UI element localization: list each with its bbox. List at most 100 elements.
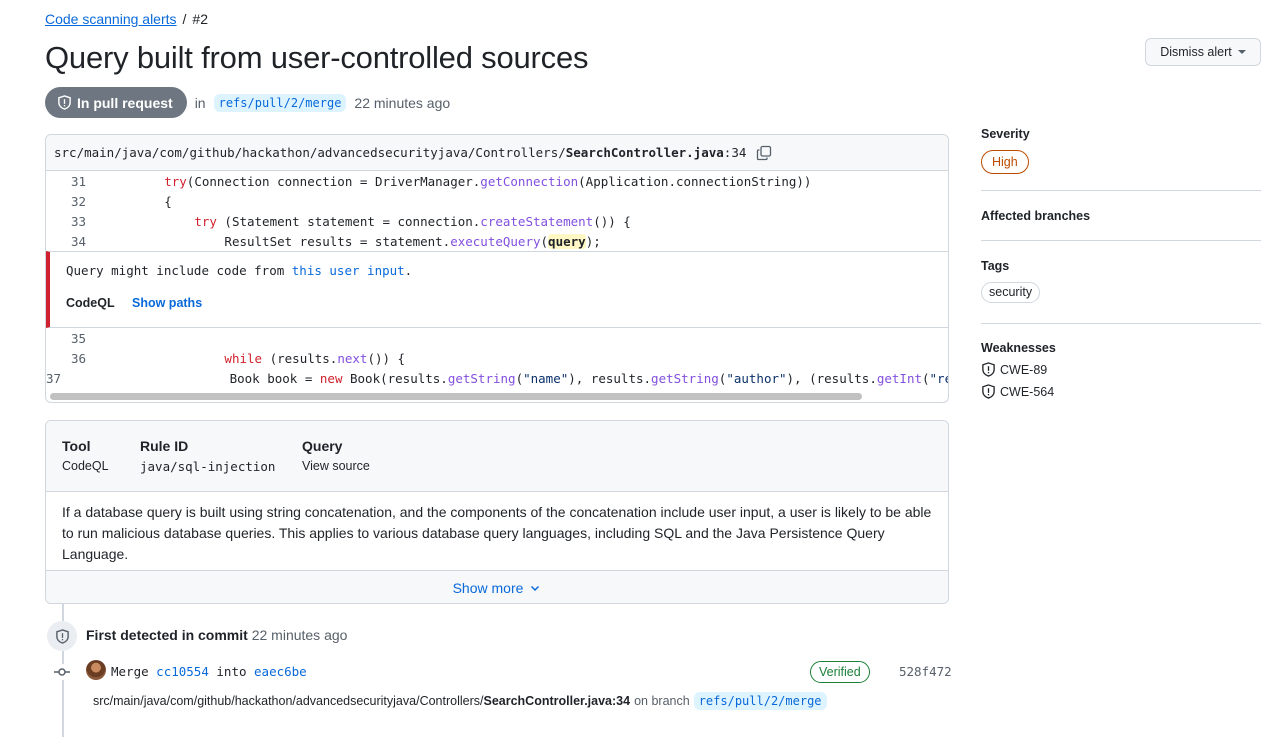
code-line: 31 try(Connection connection = DriverMan… xyxy=(46,171,948,191)
state-time: 22 minutes ago xyxy=(354,94,451,111)
tool-heading: Tool xyxy=(62,438,91,454)
to-sha-link[interactable]: eaec6be xyxy=(254,664,307,679)
location-path[interactable]: src/main/java/com/github/hackathon/advan… xyxy=(93,694,630,708)
dismiss-alert-button[interactable]: Dismiss alert xyxy=(1145,38,1261,66)
show-more-label: Show more xyxy=(452,579,524,596)
code-token: getString xyxy=(651,370,719,386)
line-number: 36 xyxy=(70,350,86,366)
highlighted-token: query xyxy=(548,233,586,249)
file-name: SearchController.java xyxy=(565,145,724,160)
code-token: try xyxy=(164,173,187,189)
code-text: ResultSet results = statement.executeQue… xyxy=(86,233,601,249)
shield-icon xyxy=(982,384,995,399)
code-token: executeQuery xyxy=(450,233,541,249)
weakness-item[interactable]: CWE-89 xyxy=(981,362,1261,377)
location-dir: src/main/java/com/github/hackathon/advan… xyxy=(93,694,484,708)
code-line: 32 { xyxy=(46,191,948,211)
copy-icon[interactable] xyxy=(756,145,772,161)
weakness-label: CWE-89 xyxy=(1000,362,1048,377)
severity-badge: High xyxy=(981,150,1029,174)
code-token: (results. xyxy=(262,350,338,366)
rule-header: Tool CodeQL Rule ID java/sql-injection Q… xyxy=(46,421,948,492)
code-text: try(Connection connection = DriverManage… xyxy=(86,174,811,189)
commit-branch-tag[interactable]: refs/pull/2/merge xyxy=(693,692,827,710)
state-badge: In pull request xyxy=(45,87,187,118)
weaknesses-section: Weaknesses CWE-89 CWE-564 xyxy=(981,324,1261,399)
page-title: Query built from user-controlled sources xyxy=(45,40,589,75)
commit-message: Merge cc10554 into eaec6be xyxy=(111,664,307,679)
line-number: 32 xyxy=(70,193,86,209)
code-token: createStatement xyxy=(480,213,594,229)
code-token: ); xyxy=(585,233,601,249)
affected-branches-heading: Affected branches xyxy=(981,209,1091,223)
on-branch-text: on branch xyxy=(634,694,690,708)
code-token: ( xyxy=(540,233,549,249)
code-line: 33 try (Statement statement = connection… xyxy=(46,211,948,231)
code-snippet-card: src/main/java/com/github/hackathon/advan… xyxy=(45,134,949,403)
severity-section: Severity High xyxy=(981,127,1261,191)
line-number: 37 xyxy=(46,370,62,386)
show-more-button[interactable]: Show more xyxy=(46,570,948,603)
first-detected-label: First detected in commit xyxy=(86,627,248,643)
show-paths-link[interactable]: Show paths xyxy=(132,296,202,310)
scrollbar-thumb[interactable] xyxy=(50,393,862,400)
code-token: getInt xyxy=(876,370,922,386)
shield-icon xyxy=(58,95,71,110)
timeline-badge xyxy=(47,621,77,651)
rule-description: If a database query is built using strin… xyxy=(62,504,932,562)
verified-badge[interactable]: Verified xyxy=(810,661,870,683)
horizontal-scrollbar[interactable] xyxy=(46,390,948,402)
weakness-label: CWE-564 xyxy=(1000,384,1055,399)
sidebar: Severity High Affected branches Tags sec… xyxy=(981,127,1261,399)
line-number: 31 xyxy=(70,173,86,189)
severity-heading: Severity xyxy=(981,127,1030,141)
code-token: getConnection xyxy=(480,173,579,189)
query-heading: Query xyxy=(302,438,343,454)
code-token: "rea xyxy=(929,370,948,386)
code-token: ()) { xyxy=(367,350,406,366)
code-token: next xyxy=(337,350,368,366)
weakness-item[interactable]: CWE-564 xyxy=(981,384,1261,399)
breadcrumb-current: #2 xyxy=(192,11,208,27)
code-file-header: src/main/java/com/github/hackathon/advan… xyxy=(46,135,948,171)
branch-tag[interactable]: refs/pull/2/merge xyxy=(213,93,347,112)
into-word: into xyxy=(216,664,247,679)
user-input-link[interactable]: this user input xyxy=(292,263,405,278)
alert-annotation: Query might include code from this user … xyxy=(46,251,948,328)
alert-tool-name: CodeQL xyxy=(66,296,115,310)
rule-id-column: Rule ID java/sql-injection xyxy=(140,438,275,474)
code-token: ( xyxy=(922,370,930,386)
merge-word: Merge xyxy=(111,664,149,679)
git-commit-icon xyxy=(54,664,70,680)
rule-info-card: Tool CodeQL Rule ID java/sql-injection Q… xyxy=(45,420,949,604)
chevron-down-icon xyxy=(531,585,540,591)
first-detected-time: 22 minutes ago xyxy=(251,627,348,643)
shield-icon xyxy=(982,362,995,377)
code-token: while xyxy=(224,350,263,366)
code-token: ( xyxy=(515,370,524,386)
code-lines-before: 31 try(Connection connection = DriverMan… xyxy=(46,171,948,251)
code-token: Book(results. xyxy=(342,370,448,386)
first-detected-text: First detected in commit 22 minutes ago xyxy=(86,627,347,643)
code-token: getString xyxy=(447,370,516,386)
code-token: (Statement statement = connection. xyxy=(216,213,481,229)
commit-sha[interactable]: 528f472 xyxy=(899,664,952,679)
code-token: ResultSet results = statement. xyxy=(224,233,451,249)
code-lines-after: 35 36 while (results.next()) {37 Book bo… xyxy=(46,328,948,388)
tag-security[interactable]: security xyxy=(981,282,1041,303)
view-source-link[interactable]: View source xyxy=(302,459,370,473)
from-sha-link[interactable]: cc10554 xyxy=(156,664,209,679)
tool-value: CodeQL xyxy=(62,459,109,473)
code-line: 36 while (results.next()) { xyxy=(46,348,948,368)
avatar[interactable] xyxy=(86,660,106,680)
branches-section: Affected branches xyxy=(981,191,1261,241)
breadcrumb-separator: / xyxy=(182,11,187,27)
code-token: Book book = xyxy=(229,370,320,386)
weaknesses-heading: Weaknesses xyxy=(981,341,1056,355)
rule-id-value: java/sql-injection xyxy=(140,459,276,474)
alert-message-text: Query might include code from xyxy=(66,263,292,278)
breadcrumb-code-scanning-link[interactable]: Code scanning alerts xyxy=(45,11,177,27)
alert-state-row: In pull request in refs/pull/2/merge 22 … xyxy=(45,87,450,118)
alert-message: Query might include code from this user … xyxy=(66,263,412,278)
dismiss-alert-label: Dismiss alert xyxy=(1160,45,1232,59)
